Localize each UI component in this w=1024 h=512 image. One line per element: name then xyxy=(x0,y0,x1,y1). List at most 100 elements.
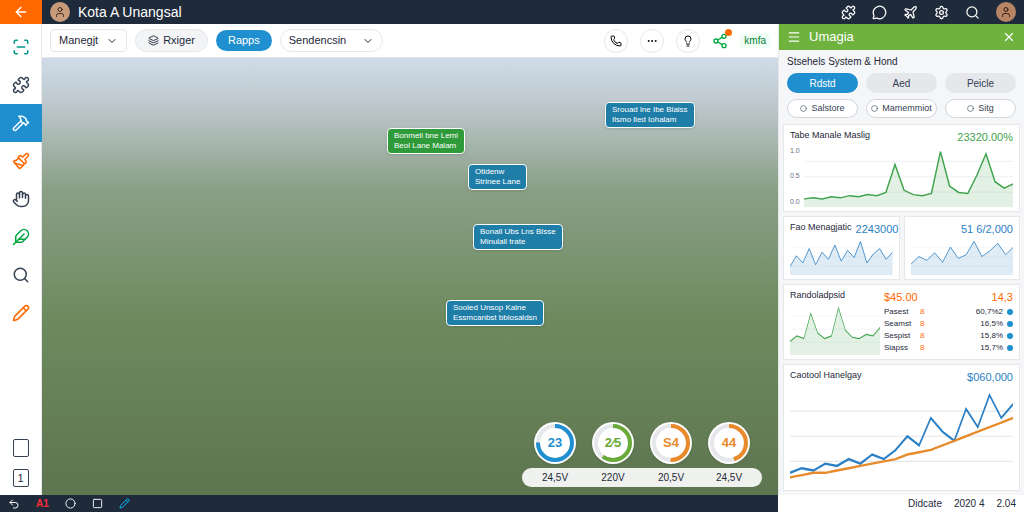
circle-icon xyxy=(967,105,974,112)
line-chart xyxy=(911,238,1014,276)
status-bar: A1Didcate2020 42.04 xyxy=(0,495,1024,512)
plane-icon[interactable] xyxy=(903,5,918,20)
sort-dropdown[interactable]: Sendencsin xyxy=(280,29,384,52)
title-bar: Kota A Unangsal xyxy=(0,0,1024,24)
ellipsis-icon xyxy=(646,35,658,47)
line-chart xyxy=(790,303,880,356)
map-callout[interactable]: OtidenwStrinee Lane xyxy=(468,164,527,190)
right-panel: UmagiaStsehels System & Hond Rdstd Aed Peic… xyxy=(778,24,1024,495)
map-callout[interactable]: Bonall Ubs Lns BlsseMinulall trate xyxy=(473,224,563,250)
line-chart xyxy=(804,146,1013,208)
map-callout[interactable]: Bonmeli bne LemiBeol Lane Malam xyxy=(387,128,465,154)
tool-icon xyxy=(12,190,30,208)
sidebar-item[interactable] xyxy=(0,104,42,142)
panel-header: Umagia xyxy=(779,24,1024,50)
square-icon[interactable] xyxy=(92,498,103,509)
panel-tabs: Rdstd Aed Peicle xyxy=(779,69,1024,93)
window-title: Kota A Unangsal xyxy=(78,2,182,23)
chart-card: Caotool Hanelgay$060,000 xyxy=(783,364,1020,491)
legend-dot xyxy=(1007,309,1013,315)
sidebar-item[interactable] xyxy=(0,66,42,104)
notification-dot xyxy=(725,29,732,36)
sidebar-item[interactable] xyxy=(0,294,42,332)
panel-tab[interactable]: Rdstd xyxy=(787,73,858,93)
panel-filter[interactable]: Sitg xyxy=(945,99,1016,118)
legend-dot xyxy=(1007,333,1013,339)
tool-icon xyxy=(12,152,30,170)
filter-chip[interactable]: Rapps xyxy=(216,30,272,51)
gauge: 23 xyxy=(534,422,576,464)
pencil-icon[interactable] xyxy=(119,498,130,509)
tool-icon xyxy=(12,228,30,246)
circle-icon xyxy=(800,105,807,112)
gauge-labels: 24,5V220V20,5V24,5V xyxy=(522,468,762,487)
filter-chip[interactable]: Rxiger xyxy=(135,29,208,52)
menu-icon[interactable] xyxy=(787,30,801,44)
panel-subtitle: Stsehels System & Hond xyxy=(779,50,1024,69)
circle-icon[interactable] xyxy=(65,498,76,509)
close-icon[interactable] xyxy=(1002,30,1016,44)
map-view[interactable]: Srouad lne Ibe BlaissIlsmo lled Iohalam B… xyxy=(42,58,778,495)
chart-card: Randoladpsid$45.0014,3Pasest860,7%2Seams… xyxy=(783,284,1020,360)
sidebar: 1 xyxy=(0,24,42,495)
legend-row: Pasest860,7%2 xyxy=(884,306,1013,318)
panel-tab[interactable]: Peicle xyxy=(945,73,1016,93)
legend-row: Siapss815,7% xyxy=(884,342,1013,354)
idea-button[interactable] xyxy=(676,29,700,53)
line-chart xyxy=(790,386,1013,487)
user-icon xyxy=(54,6,66,18)
panel-filter[interactable]: Mamemmiot xyxy=(866,99,937,118)
line-chart xyxy=(790,238,893,276)
sidebar-item[interactable] xyxy=(0,180,42,218)
circle-icon xyxy=(871,105,878,112)
panel-tab[interactable]: Aed xyxy=(866,73,937,93)
more-button[interactable] xyxy=(640,29,664,53)
panel-filters: Salstore Mamemmiot Sitg xyxy=(779,93,1024,118)
chat-icon[interactable] xyxy=(872,5,887,20)
legend-row: Sespist815,8% xyxy=(884,330,1013,342)
legend-row: Seamst816,5% xyxy=(884,318,1013,330)
layers-icon xyxy=(148,35,159,46)
gauge: S4 xyxy=(650,422,692,464)
gauge-panel: 23 2⁄5 S4 44 24,5V220V20,5V24,5V xyxy=(522,422,762,487)
sidebar-item[interactable] xyxy=(0,28,42,66)
gauge: 44 xyxy=(708,422,750,464)
tool-icon xyxy=(12,304,30,322)
sidebar-item[interactable] xyxy=(0,218,42,256)
user-avatar[interactable] xyxy=(996,2,1016,22)
sidebar-item[interactable] xyxy=(0,256,42,294)
avatar[interactable] xyxy=(50,2,70,22)
toolbar: Manegjt Rxiger Rapps Sendencsin kmfa xyxy=(42,24,778,58)
sidebar-item[interactable] xyxy=(0,142,42,180)
tool-icon xyxy=(12,266,30,284)
back-button[interactable] xyxy=(0,0,42,24)
chart-card: Fao Menagjatic2243000 xyxy=(783,216,900,280)
tool-icon xyxy=(12,38,30,56)
call-button[interactable] xyxy=(604,29,628,53)
search-icon[interactable] xyxy=(965,5,980,20)
tool-icon xyxy=(12,114,30,132)
chart-card: Tabe Manale Maslig23320.00%1.00.50.0 xyxy=(783,124,1020,212)
arrow-left-icon xyxy=(13,4,29,20)
undo-icon[interactable] xyxy=(8,498,20,510)
phone-icon xyxy=(610,35,622,47)
panel-filter[interactable]: Salstore xyxy=(787,99,858,118)
chart-card: 51 6/2,000 xyxy=(904,216,1021,280)
legend-dot xyxy=(1007,345,1013,351)
sidebar-bottom-item[interactable]: 1 xyxy=(13,469,29,488)
view-dropdown[interactable]: Manegjt xyxy=(50,29,127,52)
map-callout[interactable]: Sooled Unsop KalneEssmcanbst bbiosaldsn xyxy=(446,300,544,326)
puzzle-icon[interactable] xyxy=(841,5,856,20)
sidebar-bottom-item[interactable] xyxy=(13,439,29,457)
tool-icon xyxy=(12,76,30,94)
badge: kmfa xyxy=(740,33,770,48)
share-button[interactable] xyxy=(712,33,728,49)
chevron-down-icon xyxy=(362,35,374,47)
map-callout[interactable]: Srouad lne Ibe BlaissIlsmo lled Iohalam xyxy=(605,102,695,128)
legend-dot xyxy=(1007,321,1013,327)
gear-icon[interactable] xyxy=(934,5,949,20)
app: Kota A Unangsal 1 Manegjt Rxiger Rapps Senden… xyxy=(0,0,1024,512)
user-icon xyxy=(1000,6,1012,18)
gauge: 2⁄5 xyxy=(592,422,634,464)
chevron-down-icon xyxy=(106,35,118,47)
